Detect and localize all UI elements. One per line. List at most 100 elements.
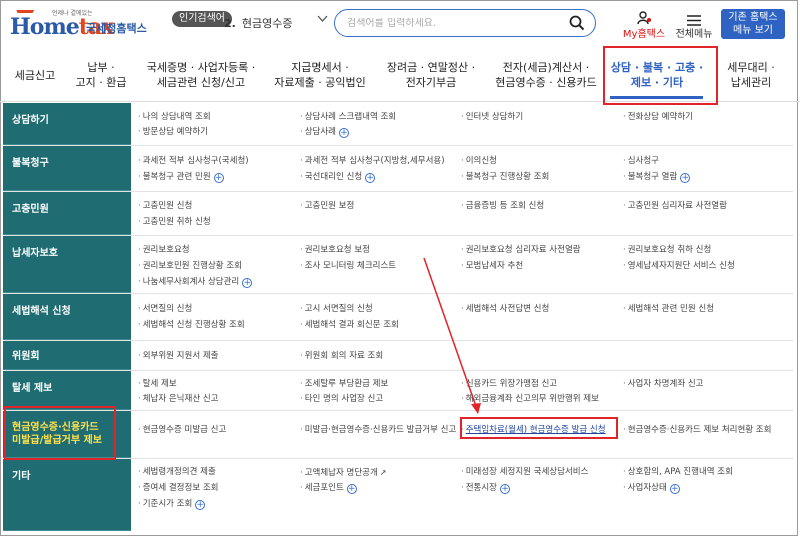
list-item[interactable]: · 전화상담 예약하기 <box>623 111 693 124</box>
my-hometax-label: My홈택스 <box>622 29 666 40</box>
list-item[interactable]: · 세법해석 신청 진행상황 조회 <box>138 319 245 332</box>
list-item[interactable]: · 해외금융계좌 신고의무 위반행위 제보 <box>461 393 599 406</box>
plus-circle-icon[interactable]: + <box>365 173 376 183</box>
table-row: 불복청구 · 과세전 적부 심사청구(국세청) · 불복청구 관련 민원 + · 과세전… <box>3 146 793 192</box>
list-item[interactable]: · 상담사례 스크랩내역 조회 <box>300 111 396 124</box>
nav-item-e-invoice[interactable]: 전자(세금)계산서 · 현금영수증 · 신용카드 <box>486 48 606 102</box>
popular-search-badge: 인기검색어 <box>172 11 232 27</box>
list-item[interactable]: · 상호합의, APA 진행내역 조회 <box>623 466 733 479</box>
highlight-box-nav <box>603 46 718 105</box>
list-item[interactable]: · 미발급·현금영수증·신용카드 발급거부 신고 <box>300 424 456 437</box>
row-title: 불복청구 <box>3 146 131 191</box>
list-item[interactable]: · 고시 서면질의 신청 <box>300 303 373 316</box>
my-hometax-button[interactable]: My홈택스 <box>620 10 668 40</box>
list-item[interactable]: · 불복청구 진행상황 조회 <box>461 171 549 184</box>
popular-keyword: 현금영수증 <box>241 17 293 30</box>
list-item[interactable]: · 위원회 회의 자료 조회 <box>300 350 383 363</box>
list-item[interactable]: · 현금영수증 미발급 신고 <box>138 424 226 437</box>
list-item[interactable]: · 미래성장 세정지원 국세상담서비스 <box>461 466 588 479</box>
list-item[interactable]: · 고충민원 취하 신청 <box>138 216 211 229</box>
table-row: 기타 · 세법령개정의견 제출 · 증여세 결정정보 조회 · 기준시가 조회 + · 고… <box>3 459 793 531</box>
row-title: 상담하기 <box>3 103 131 145</box>
list-item[interactable]: · 세금포인트 + <box>300 482 357 495</box>
list-item[interactable]: · 나눔세무사회계사 상담관리 + <box>138 276 253 289</box>
classic-menu-button[interactable]: 기존 홈택스 메뉴 보기 <box>721 9 785 39</box>
list-item[interactable]: · 방문상담 예약하기 <box>138 126 208 139</box>
list-item[interactable]: · 인터넷 상담하기 <box>461 111 523 124</box>
nav-item-tax-report[interactable]: 세금신고 <box>4 48 66 102</box>
list-item[interactable]: · 과세전 적부 심사청구(국세청) <box>138 155 249 168</box>
hometax-logo[interactable]: 언제나 곁에있는 Hometax 국세청홈택스 <box>10 8 147 42</box>
list-item[interactable]: · 상담사례 + <box>300 126 349 139</box>
nav-item-tax-agent[interactable]: 세무대리 · 납세관리 <box>712 48 790 102</box>
list-item[interactable]: · 권리보호요청 취하 신청 <box>623 244 711 257</box>
list-item[interactable]: · 조사 모니터링 체크리스트 <box>300 260 396 273</box>
list-item[interactable]: · 권리보호민원 진행상황 조회 <box>138 260 242 273</box>
list-item[interactable]: · 외부위원 지원서 제출 <box>138 350 219 363</box>
list-item[interactable]: · 모범납세자 추천 <box>461 260 523 273</box>
list-item[interactable]: · 고충민원 보정 <box>300 200 354 213</box>
list-item[interactable]: · 서면질의 신청 <box>138 303 192 316</box>
list-item[interactable]: · 전통시장 + <box>461 482 510 495</box>
popular-keyword-select[interactable]: 2. 현금영수증 <box>224 12 328 34</box>
all-menu-button[interactable]: 전체메뉴 <box>672 10 716 40</box>
list-item[interactable]: · 타인 명의 사업장 신고 <box>300 393 383 406</box>
list-item[interactable]: · 신용카드 위장가맹점 신고 <box>461 378 557 391</box>
table-row: 납세자보호 · 권리보호요청 · 권리보호민원 진행상황 조회 · 나눔세무사회계사 … <box>3 236 793 294</box>
list-item[interactable]: · 고액체납자 명단공개 ↗ <box>300 466 387 480</box>
plus-circle-icon[interactable]: + <box>242 278 253 288</box>
table-row: 상담하기 · 나의 상담내역 조회 · 방문상담 예약하기 · 상담사례 스크랩내역 … <box>3 103 793 146</box>
list-item[interactable]: · 과세전 적부 심사청구(지방청,세무서용) <box>300 155 445 168</box>
list-item[interactable]: · 이의신청 <box>461 155 497 168</box>
list-item[interactable]: · 영세납세자지원단 서비스 신청 <box>623 260 735 273</box>
classic-btn-line2: 메뉴 보기 <box>733 25 773 36</box>
search-input[interactable] <box>347 17 557 29</box>
list-item[interactable]: · 기준시가 조회 + <box>138 498 206 511</box>
plus-circle-icon[interactable]: + <box>195 500 206 510</box>
search-icon[interactable] <box>569 15 585 31</box>
list-item[interactable]: · 사업자 차명계좌 신고 <box>623 378 704 391</box>
list-item[interactable]: · 체납자 은닉재산 신고 <box>138 393 219 406</box>
row-title: 기타 <box>3 459 131 531</box>
table-row: 고충민원 · 고충민원 신청 · 고충민원 취하 신청 · 고충민원 보정 · 금융증빙… <box>3 192 793 236</box>
list-item[interactable]: · 세법해석 사전답변 신청 <box>461 303 549 316</box>
list-item[interactable]: · 현금영수증·신용카드 제보 처리현황 조회 <box>623 424 771 437</box>
plus-circle-icon[interactable]: + <box>213 173 224 183</box>
table-row: 탈세 제보 · 탈세 제보 · 체납자 은닉재산 신고 · 조세탈루 부당환급 제보 … <box>3 371 793 411</box>
list-item[interactable]: · 권리보호요청 보정 <box>300 244 370 257</box>
chevron-down-icon[interactable] <box>317 15 328 26</box>
plus-circle-icon[interactable]: + <box>669 484 680 494</box>
list-item[interactable]: · 불복청구 관련 민원 + <box>138 171 224 184</box>
search-box[interactable] <box>334 9 596 37</box>
table-row: 위원회 · 외부위원 지원서 제출 · 위원회 회의 자료 조회 <box>3 341 793 371</box>
list-item[interactable]: · 심사청구 <box>623 155 659 168</box>
plus-circle-icon[interactable]: + <box>680 173 691 183</box>
list-item[interactable]: · 나의 상담내역 조회 <box>138 111 211 124</box>
logo-name: 국세청홈택스 <box>86 22 147 35</box>
list-item[interactable]: · 세법해석 결과 회신문 조회 <box>300 319 399 332</box>
list-item[interactable]: · 세법해석 관련 민원 신청 <box>623 303 714 316</box>
list-item[interactable]: · 사업자상태 + <box>623 482 680 495</box>
nav-item-certificates[interactable]: 국세증명 · 사업자등록 · 세금관련 신청/신고 <box>136 48 266 102</box>
nav-item-payment[interactable]: 납부 · 고지 · 환급 <box>68 48 134 102</box>
list-item[interactable]: · 탈세 제보 <box>138 378 177 391</box>
row-title: 탈세 제보 <box>3 371 131 410</box>
list-item[interactable]: · 금융증빙 등 조회 신청 <box>461 200 544 213</box>
plus-circle-icon[interactable]: + <box>338 128 349 138</box>
list-item[interactable]: · 고충민원 심리자료 사전열람 <box>623 200 727 213</box>
nav-item-statements[interactable]: 지급명세서 · 자료제출 · 공익법인 <box>266 48 374 102</box>
list-item[interactable]: · 불복청구 열람 + <box>623 171 691 184</box>
list-item[interactable]: · 증여세 결정정보 조회 <box>138 482 219 495</box>
row-title: 세법해석 신청 <box>3 294 131 340</box>
nav-item-incentives[interactable]: 장려금 · 연말정산 · 전자기부금 <box>376 48 486 102</box>
list-item[interactable]: · 권리보호요청 심리자료 사전열람 <box>461 244 581 257</box>
list-item[interactable]: · 세법령개정의견 제출 <box>138 466 216 479</box>
table-row: 세법해석 신청 · 서면질의 신청 · 세법해석 신청 진행상황 조회 · 고시 서면… <box>3 294 793 341</box>
row-title: 고충민원 <box>3 192 131 235</box>
plus-circle-icon[interactable]: + <box>346 484 357 494</box>
list-item[interactable]: · 조세탈루 부당환급 제보 <box>300 378 388 391</box>
list-item[interactable]: · 고충민원 신청 <box>138 200 192 213</box>
list-item[interactable]: · 권리보호요청 <box>138 244 190 257</box>
plus-circle-icon[interactable]: + <box>499 484 510 494</box>
list-item[interactable]: · 국선대리인 신청 + <box>300 171 376 184</box>
